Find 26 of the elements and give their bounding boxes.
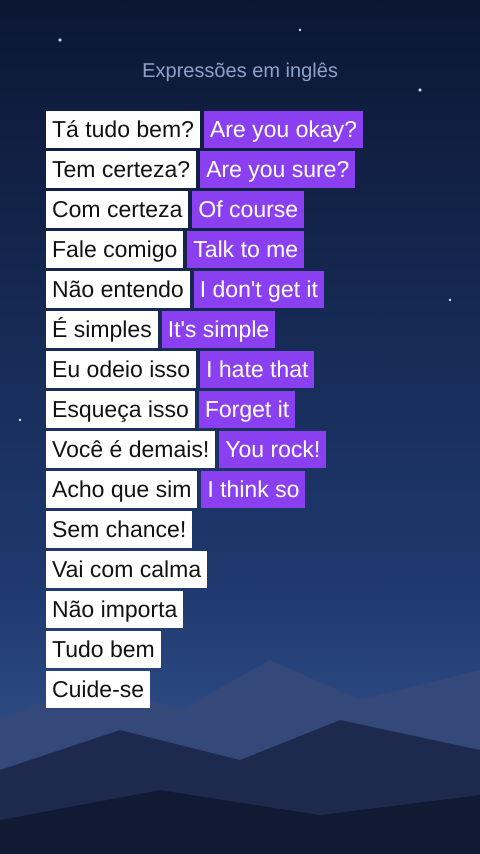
portuguese-phrase: Eu odeio isso — [46, 351, 196, 388]
portuguese-phrase: Você é demais! — [46, 431, 216, 468]
portuguese-phrase: Com certeza — [46, 191, 188, 228]
english-translation: Forget it — [198, 391, 296, 428]
portuguese-phrase: Tudo bem — [46, 631, 161, 668]
portuguese-phrase: Fale comigo — [46, 231, 184, 268]
portuguese-phrase: Não entendo — [46, 271, 190, 308]
english-translation: Are you sure? — [200, 151, 356, 188]
portuguese-phrase: Cuide-se — [46, 671, 150, 708]
english-translation: You rock! — [219, 431, 326, 468]
portuguese-phrase: Acho que sim — [46, 471, 198, 508]
english-translation: I think so — [201, 471, 306, 508]
portuguese-phrase: Esqueça isso — [46, 391, 195, 428]
portuguese-phrase: Vai com calma — [46, 551, 208, 588]
english-translation: Are you okay? — [204, 111, 363, 148]
portuguese-phrase: Tem certeza? — [46, 151, 196, 188]
title: Expressões em inglês — [142, 60, 338, 83]
english-translation: Talk to me — [187, 231, 304, 268]
english-translation: Of course — [192, 191, 304, 228]
english-translation: I hate that — [200, 351, 314, 388]
english-translation: I don't get it — [194, 271, 324, 308]
portuguese-phrase: Tá tudo bem? — [46, 111, 200, 148]
english-translation: It's simple — [162, 311, 276, 348]
portuguese-phrase: Não importa — [46, 591, 184, 628]
portuguese-phrase: Sem chance! — [46, 511, 192, 548]
portuguese-phrase: É simples — [46, 311, 158, 348]
